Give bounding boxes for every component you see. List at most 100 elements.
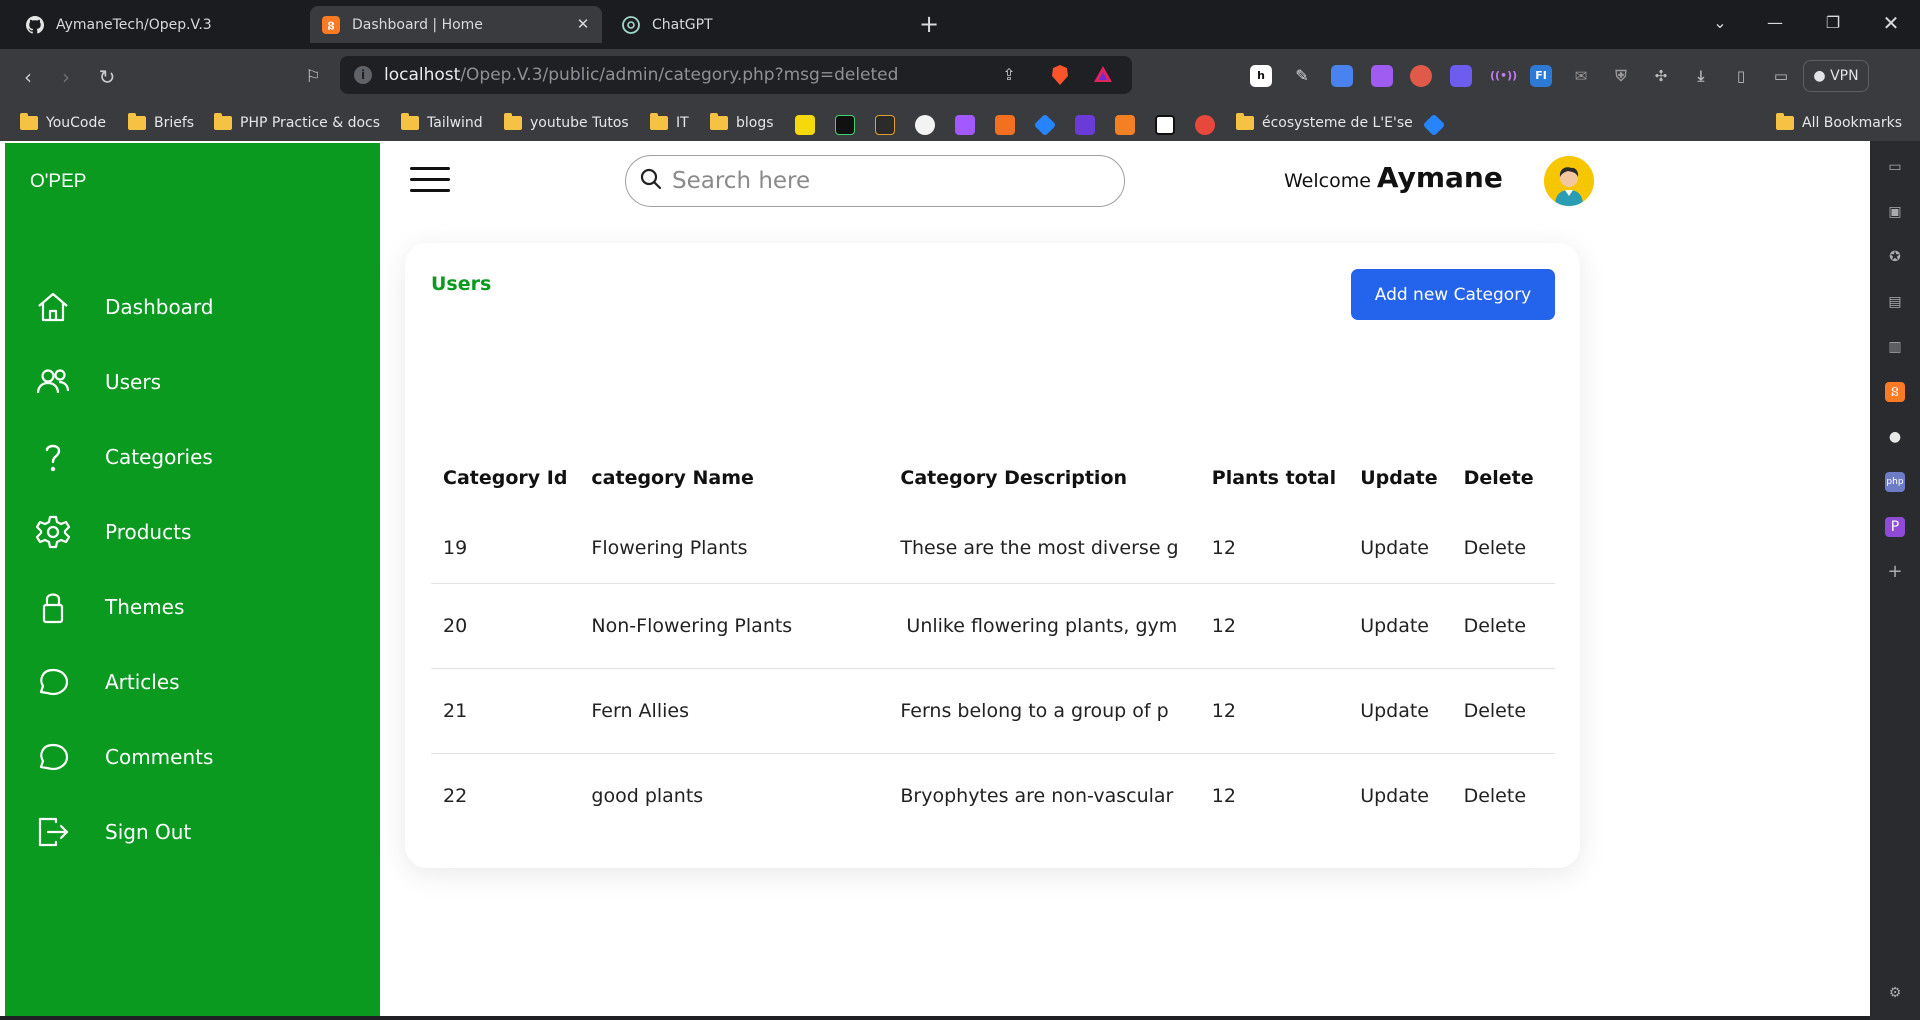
bookmark-site-icon[interactable] [1075,115,1095,135]
jira-icon[interactable] [1033,113,1057,137]
bookmark-folder[interactable]: Briefs [128,112,194,134]
table-row: 21 Fern Allies Ferns belong to a group o… [431,668,1555,754]
notion-icon[interactable] [1155,115,1175,135]
extension-p-icon[interactable]: P [1885,517,1905,537]
wallet-icon[interactable]: ▭ [1770,65,1792,87]
restore-button[interactable]: ❐ [1818,8,1848,38]
bookmark-folder[interactable]: Tailwind [401,112,483,134]
sidebar-toggle-icon[interactable]: ▯ [1730,65,1752,87]
tab-title: Dashboard | Home [352,16,483,33]
bookmark-folder[interactable]: YouCode [20,112,106,134]
bookmark-folder[interactable]: PHP Practice & docs [214,112,380,134]
mail-icon[interactable]: ✉ [1570,65,1592,87]
sidebar-item-categories[interactable]: Categories [5,427,380,487]
pen-icon[interactable]: ✎ [1291,65,1313,87]
delete-link[interactable]: Delete [1452,753,1555,838]
stackoverflow-icon[interactable] [1115,115,1135,135]
avatar[interactable] [1544,156,1594,206]
xampp-icon[interactable]: ន [1885,382,1905,402]
folder-icon [401,113,419,130]
search-box[interactable] [625,155,1125,207]
brave-shields-icon[interactable] [1049,64,1071,86]
bookmark-label: YouCode [46,115,106,131]
wallet-icon[interactable]: ▣ [1885,202,1905,222]
reload-icon[interactable]: ↻ [93,63,121,91]
all-bookmarks-folder[interactable]: All Bookmarks [1776,112,1902,134]
extension-fi-icon[interactable]: FI [1530,65,1552,87]
figma-icon[interactable] [955,115,975,135]
bookmarks-icon[interactable]: ▤ [1885,292,1905,312]
todoist-icon[interactable] [1195,115,1215,135]
bookmark-icon[interactable]: ⚐ [299,63,327,91]
jira-icon[interactable] [1422,113,1446,137]
sidebar-item-label: Products [105,520,192,544]
brand-logo[interactable]: O'PEP [30,171,86,193]
tab-title: AymaneTech/Opep.V.3 [56,16,212,33]
delete-link[interactable]: Delete [1451,583,1555,669]
sidebar-item-themes[interactable]: Themes [5,577,380,637]
close-window-button[interactable]: ✕ [1876,8,1906,38]
extension-grid-icon[interactable] [1450,65,1472,87]
add-icon[interactable]: + [1885,562,1905,582]
share-icon[interactable]: ⇪ [998,64,1020,86]
brave-rewards-icon[interactable] [1092,64,1114,86]
sidebar-item-comments[interactable]: Comments [5,727,380,787]
bookmark-site-icon[interactable] [995,115,1015,135]
sidebar-item-sign-out[interactable]: Sign Out [5,802,380,862]
tab-search-icon[interactable]: ⌄ [1705,8,1735,38]
sidebar-item-users[interactable]: Users [5,352,380,412]
extension-signal-icon[interactable]: ((•)) [1490,65,1517,87]
extension-docs-icon[interactable] [1331,65,1353,87]
add-category-button[interactable]: Add new Category [1351,269,1555,320]
site-info-icon[interactable]: i [354,66,372,84]
bookmark-label: PHP Practice & docs [240,115,381,131]
github-icon [26,15,44,34]
puzzle-icon[interactable]: ✣ [1650,65,1672,87]
bookmark-site-icon[interactable] [875,115,895,135]
vpn-label: VPN [1830,68,1859,84]
tab-dashboard[interactable]: ន Dashboard | Home ✕ [310,6,602,43]
back-icon[interactable]: ‹ [14,63,42,91]
tab-github[interactable]: AymaneTech/Opep.V.3 [14,6,304,43]
star-icon[interactable]: ✪ [1885,247,1905,267]
bookmark-folder[interactable]: IT [650,112,689,134]
update-link[interactable]: Update [1348,668,1452,754]
tab-chatgpt[interactable]: ChatGPT [610,6,900,43]
bookmark-folder[interactable]: youtube Tutos [504,112,629,134]
delete-link[interactable]: Delete [1451,668,1555,754]
delete-link[interactable]: Delete [1451,513,1555,584]
download-icon[interactable]: ⤓ [1690,65,1712,87]
reading-list-icon[interactable]: ▥ [1885,337,1905,357]
category-name: Fern Allies [579,668,889,754]
minimize-button[interactable]: — [1760,8,1790,38]
sidebar-item-articles[interactable]: Articles [5,652,380,712]
sidebar-item-dashboard[interactable]: Dashboard [5,277,380,337]
forward-icon[interactable]: › [52,63,80,91]
settings-icon[interactable]: ⚙ [1885,983,1905,1003]
new-tab-button[interactable]: + [916,12,942,38]
vpn-button[interactable]: ● VPN [1803,60,1869,92]
bookmark-folder[interactable]: écosysteme de L'E'se [1236,112,1413,134]
update-link[interactable]: Update [1348,753,1451,838]
bookmark-site-icon[interactable] [795,115,815,135]
extension-shield-icon[interactable]: ⛨ [1610,65,1632,87]
search-input[interactable] [672,168,1092,194]
update-link[interactable]: Update [1348,583,1452,669]
extension-purple-icon[interactable] [1371,65,1393,87]
bookmark-site-icon[interactable] [835,115,855,135]
lock-icon [33,587,73,627]
address-bar[interactable]: i localhost/Opep.V.3/public/admin/catego… [340,56,1132,94]
bookmark-folder[interactable]: blogs [710,112,774,134]
github-icon[interactable]: ● [1885,427,1905,447]
github-icon[interactable] [915,115,935,135]
update-link[interactable]: Update [1348,513,1452,584]
extension-circle-icon[interactable] [1410,65,1432,87]
close-icon[interactable]: ✕ [574,15,592,33]
extension-h-icon[interactable]: h [1250,65,1272,87]
sidebar-item-products[interactable]: Products [5,502,380,562]
category-id: 22 [443,784,468,807]
table-header-row: Category Id category Name Category Descr… [431,443,1555,513]
video-icon[interactable]: ▭ [1885,157,1905,177]
menu-toggle-icon[interactable] [410,167,450,197]
php-icon[interactable]: php [1885,472,1905,492]
